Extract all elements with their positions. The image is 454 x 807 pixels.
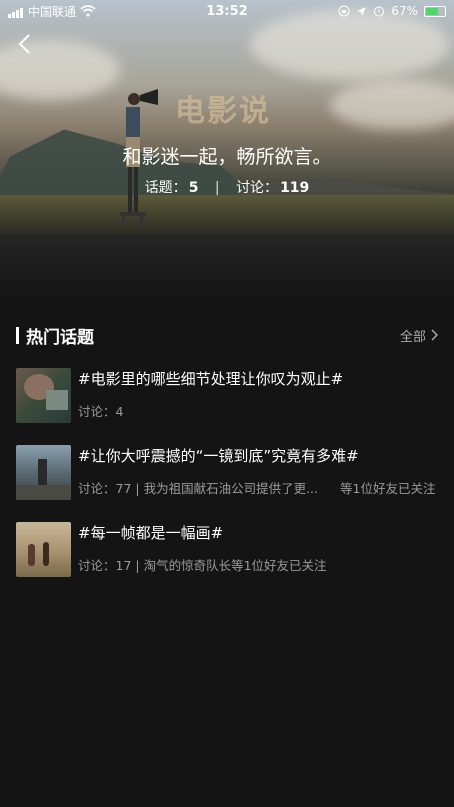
battery-percent: 67% xyxy=(391,4,418,18)
page-subtitle: 和影迷一起，畅所欲言。 xyxy=(122,146,332,168)
topics-count: 5 xyxy=(188,180,199,196)
topic-meta: 讨论：77 | 我为祖国献石油公司提供了更... 等1位好友已关注 xyxy=(78,478,435,497)
lock-rotation-icon xyxy=(338,5,350,17)
stats-line: 话题： 5 | 讨论： 119 xyxy=(0,177,454,197)
discussions-count: 119 xyxy=(280,180,310,196)
topic-item[interactable]: #每一帧都是一幅画# 讨论：17 | 淘气的惊奇队长等1位好友已关注 xyxy=(16,522,446,578)
view-all-link[interactable]: 全部 xyxy=(400,326,438,345)
divider: | xyxy=(214,180,220,196)
topic-thumbnail xyxy=(16,445,71,500)
topic-title: #每一帧都是一幅画# xyxy=(78,524,224,542)
view-all-label: 全部 xyxy=(399,329,426,345)
back-arrow-icon[interactable] xyxy=(14,32,38,56)
topic-meta-text: 讨论：4 xyxy=(78,404,124,419)
section-marker xyxy=(16,326,19,344)
cloud xyxy=(330,80,454,130)
hot-topics-header: 热门话题 全部 xyxy=(16,323,438,348)
status-bar: 中国联通 13:52 67% xyxy=(0,0,454,22)
chevron-right-icon xyxy=(431,329,438,341)
page-title: 电影说 xyxy=(175,94,271,129)
discussions-label: 讨论： xyxy=(236,180,279,196)
location-icon xyxy=(357,6,367,16)
header-banner: 中国联通 13:52 67% 电影说 和影迷一起，畅所欲言。 话题： 5 | 讨论… xyxy=(0,0,454,300)
topic-title: #让你大呼震撼的“一镜到底”究竟有多难# xyxy=(78,447,359,465)
topic-item[interactable]: #电影里的哪些细节处理让你叹为观止# 讨论：4 xyxy=(16,368,446,424)
topic-title: #电影里的哪些细节处理让你叹为观止# xyxy=(78,370,344,388)
topic-meta-text: 讨论：17 | 淘气的惊奇队长等1位好友已关注 xyxy=(78,558,327,573)
topic-thumbnail xyxy=(16,522,71,577)
topic-thumbnail xyxy=(16,368,71,423)
topic-item[interactable]: #让你大呼震撼的“一镜到底”究竟有多难# 讨论：77 | 我为祖国献石油公司提供… xyxy=(16,445,446,501)
topic-meta-text: 讨论：77 | 我为祖国献石油公司提供了更... xyxy=(78,481,318,496)
battery-icon xyxy=(424,5,446,17)
topics-label: 话题： xyxy=(144,180,187,196)
topic-meta: 讨论：4 xyxy=(78,401,123,420)
topic-meta: 讨论：17 | 淘气的惊奇队长等1位好友已关注 xyxy=(78,555,327,574)
field xyxy=(0,195,454,235)
section-title: 热门话题 xyxy=(26,327,94,348)
topic-friends-text: 等1位好友已关注 xyxy=(340,481,436,496)
alarm-icon xyxy=(374,6,385,17)
